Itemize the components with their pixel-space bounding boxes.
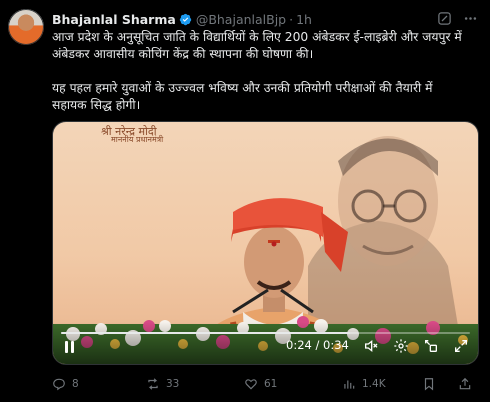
tweet-actions: 8 33 61 1.4K: [52, 376, 482, 392]
bookmark-button[interactable]: [422, 377, 436, 391]
tweet-text: आज प्रदेश के अनुसूचित जाति के विद्यार्थि…: [52, 30, 462, 112]
heart-icon: [245, 379, 257, 390]
video-player[interactable]: श्री नरेन्द्र मोदी माननीय प्रधानमंत्री 0…: [52, 121, 479, 365]
share-icon: [459, 377, 471, 390]
tweet[interactable]: Bhajanlal Sharma @BhajanlalBjp · 1h आज प…: [0, 0, 490, 402]
video-controls: 0:24 / 0:34: [53, 322, 478, 364]
author-handle[interactable]: @BhajanlalBjp: [196, 12, 286, 27]
video-progress-bar[interactable]: [61, 332, 470, 334]
reply-button[interactable]: 8: [52, 377, 79, 391]
separator-dot: ·: [289, 11, 294, 27]
bookmark-icon: [424, 378, 434, 391]
post-time[interactable]: 1h: [296, 12, 312, 27]
avatar[interactable]: [8, 9, 44, 45]
avatar-ring: [8, 9, 44, 45]
picture-in-picture-icon[interactable]: [423, 338, 439, 354]
repost-icon: [148, 378, 158, 390]
like-count: 61: [264, 378, 278, 390]
more-options-icon[interactable]: [462, 10, 478, 26]
share-button[interactable]: [458, 377, 472, 391]
pause-icon[interactable]: [62, 340, 76, 354]
video-time-readout: 0:24 / 0:34: [286, 338, 349, 352]
views-button[interactable]: 1.4K: [342, 377, 386, 391]
author-name[interactable]: Bhajanlal Sharma: [52, 12, 176, 27]
verified-badge-icon: [179, 13, 191, 25]
reply-count: 8: [72, 378, 79, 390]
volume-mute-icon[interactable]: [363, 338, 379, 354]
view-count: 1.4K: [362, 378, 386, 390]
video-banner-subtext: माननीय प्रधानमंत्री: [111, 135, 164, 144]
tweet-top-icons: [436, 10, 478, 26]
repost-button[interactable]: 33: [146, 377, 179, 391]
settings-icon[interactable]: [393, 338, 409, 354]
tweet-header: Bhajanlal Sharma @BhajanlalBjp · 1h: [52, 10, 312, 28]
like-button[interactable]: 61: [244, 377, 277, 391]
reply-icon: [53, 378, 65, 391]
fullscreen-icon[interactable]: [453, 338, 469, 354]
grok-icon[interactable]: [436, 10, 452, 26]
repost-count: 33: [166, 378, 180, 390]
views-icon: [344, 380, 355, 389]
video-progress-fill: [61, 332, 350, 334]
